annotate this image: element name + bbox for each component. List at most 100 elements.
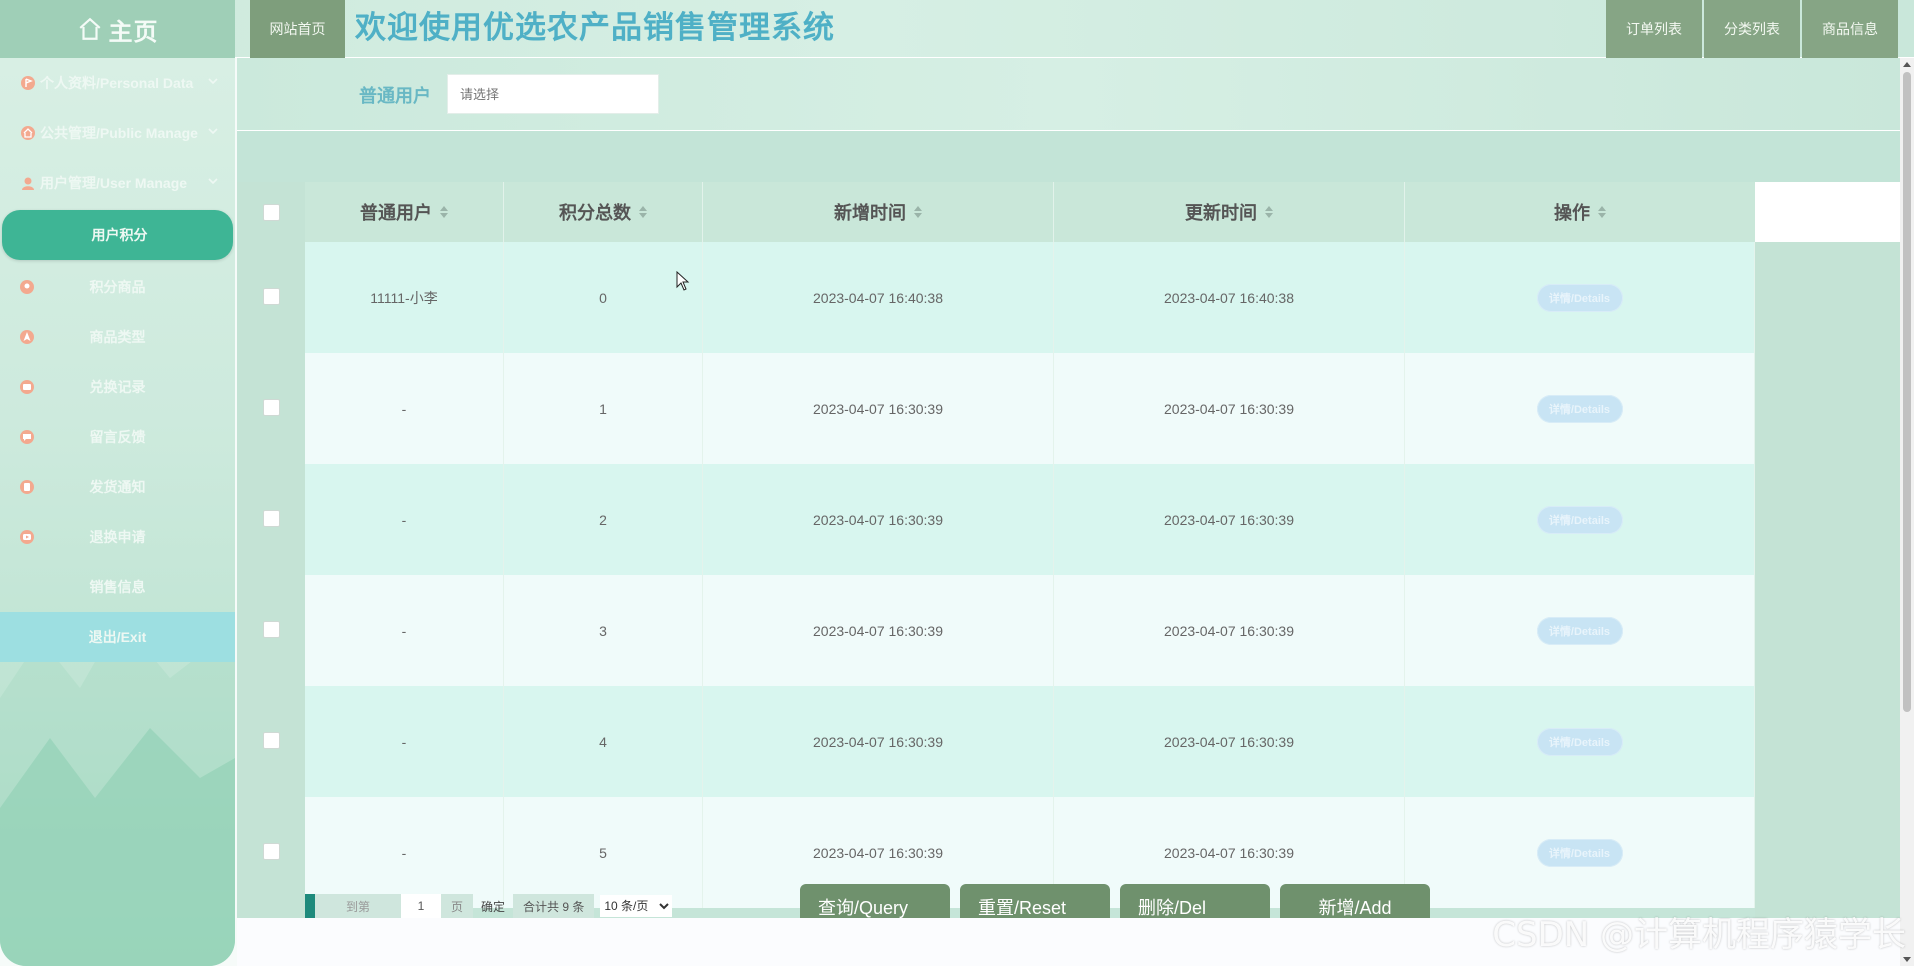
sidebar-item-label: 发货通知 [89, 479, 146, 495]
row-checkbox-cell [237, 464, 305, 575]
row-checkbox[interactable] [263, 621, 280, 638]
sidebar-item-label: 留言反馈 [89, 429, 146, 445]
details-button[interactable]: 详情/Details [1536, 838, 1623, 867]
column-header-updated[interactable]: 更新时间 [1054, 182, 1405, 242]
cell-actions: 详情/Details [1405, 797, 1755, 908]
sidebar-group-personal[interactable]: 个人资料/Personal Data [0, 58, 235, 108]
sidebar-item-shipping-notice[interactable]: 发货通知 [0, 462, 235, 512]
row-checkbox[interactable] [263, 399, 280, 416]
details-button[interactable]: 详情/Details [1536, 394, 1623, 423]
column-header-points[interactable]: 积分总数 [504, 182, 703, 242]
cell-updated: 2023-04-07 16:40:38 [1054, 242, 1405, 353]
page-unit-label: 页 [441, 894, 473, 918]
scroll-up-icon[interactable] [1903, 62, 1911, 67]
sidebar-item-feedback[interactable]: 留言反馈 [0, 412, 235, 462]
main-content: 普通用户 普通用户 积分总数 新增时间 更新时间 [237, 58, 1900, 922]
sidebar-group-user[interactable]: 用户管理/User Manage [0, 158, 235, 208]
sidebar-item-exit[interactable]: 退出/Exit [0, 612, 235, 662]
profile-icon [20, 75, 36, 91]
row-checkbox-cell [237, 353, 305, 464]
goto-label: 到第 [315, 894, 401, 918]
chevron-down-icon [208, 128, 218, 135]
details-button[interactable]: 详情/Details [1536, 283, 1623, 312]
sidebar-item-exchange-records[interactable]: 兑换记录 [0, 362, 235, 412]
sort-icon[interactable] [1598, 206, 1606, 218]
row-checkbox[interactable] [263, 288, 280, 305]
details-button[interactable]: 详情/Details [1536, 616, 1623, 645]
column-title: 更新时间 [1185, 203, 1257, 223]
table-row: - 1 2023-04-07 16:30:39 2023-04-07 16:30… [237, 353, 1755, 464]
column-title: 积分总数 [559, 203, 631, 223]
watermark: CSDN @计算机程序猿学长 [1492, 915, 1906, 955]
sidebar-item-returns[interactable]: 退换申请 [0, 512, 235, 562]
sidebar-item-label: 用户积分 [91, 227, 148, 243]
cell-created: 2023-04-07 16:30:39 [703, 353, 1054, 464]
user-icon [20, 175, 36, 191]
top-link-products[interactable]: 商品信息 [1802, 0, 1898, 58]
add-button[interactable]: 新增/Add [1280, 884, 1430, 922]
select-all-checkbox[interactable] [263, 204, 280, 221]
nav-home-link[interactable]: 网站首页 [250, 0, 345, 58]
column-header-user[interactable]: 普通用户 [305, 182, 504, 242]
cell-actions: 详情/Details [1405, 464, 1755, 575]
page-size-select[interactable]: 10 条/页 [600, 895, 673, 917]
pagination: 到第 1 页 确定 合计共 9 条 10 条/页 [305, 894, 673, 918]
query-button[interactable]: 查询/Query [800, 884, 950, 922]
sidebar-group-public[interactable]: 公共管理/Public Manage [0, 108, 235, 158]
column-header-created[interactable]: 新增时间 [703, 182, 1054, 242]
goto-confirm-button[interactable]: 确定 [473, 894, 513, 918]
user-select-input[interactable] [447, 74, 659, 114]
chevron-down-icon [208, 78, 218, 85]
chevron-down-icon [208, 178, 218, 185]
details-button[interactable]: 详情/Details [1536, 727, 1623, 756]
home-icon [20, 125, 36, 141]
brand-title: 主页 [108, 18, 159, 46]
details-button[interactable]: 详情/Details [1536, 505, 1623, 534]
sort-icon[interactable] [639, 206, 647, 218]
table-row: - 4 2023-04-07 16:30:39 2023-04-07 16:30… [237, 686, 1755, 797]
table-row: 11111-小李 0 2023-04-07 16:40:38 2023-04-0… [237, 242, 1755, 353]
table-body: 11111-小李 0 2023-04-07 16:40:38 2023-04-0… [237, 242, 1755, 908]
sort-icon[interactable] [914, 206, 922, 218]
scroll-down-icon[interactable] [1903, 957, 1911, 962]
top-link-categories[interactable]: 分类列表 [1704, 0, 1800, 58]
cell-actions: 详情/Details [1405, 686, 1755, 797]
scroll-thumb[interactable] [1903, 72, 1911, 712]
header-gutter [1755, 182, 1900, 242]
sidebar-item-label: 商品类型 [89, 329, 146, 345]
delete-button[interactable]: 删除/Del [1120, 884, 1270, 922]
sidebar-item-label: 积分商品 [89, 279, 146, 295]
page-number-input[interactable]: 1 [401, 894, 441, 918]
sidebar: 个人资料/Personal Data 公共管理/Public Manage 用户… [0, 58, 235, 966]
cell-created: 2023-04-07 16:30:39 [703, 464, 1054, 575]
cell-user: - [305, 686, 504, 797]
column-header-actions[interactable]: 操作 [1405, 182, 1755, 242]
brand-home[interactable]: 主页 [0, 0, 235, 58]
sort-icon[interactable] [440, 206, 448, 218]
home-icon [79, 17, 100, 40]
sidebar-item-goods-type[interactable]: 商品类型 [0, 312, 235, 362]
sort-icon[interactable] [1265, 206, 1273, 218]
page-scrollbar[interactable] [1900, 58, 1914, 966]
reset-button[interactable]: 重置/Reset [960, 884, 1110, 922]
mouse-cursor-icon [676, 271, 690, 291]
action-buttons: 查询/Query 重置/Reset 删除/Del 新增/Add [800, 884, 1430, 922]
table-right-gutter [1755, 182, 1900, 918]
cell-created: 2023-04-07 16:30:39 [703, 575, 1054, 686]
column-title: 普通用户 [360, 203, 432, 223]
row-checkbox[interactable] [263, 732, 280, 749]
sidebar-item-user-points[interactable]: 用户积分 [2, 210, 233, 260]
sidebar-item-sales-info[interactable]: 销售信息 [0, 562, 235, 612]
cell-created: 2023-04-07 16:30:39 [703, 686, 1054, 797]
top-link-orders[interactable]: 订单列表 [1606, 0, 1702, 58]
cell-updated: 2023-04-07 16:30:39 [1054, 353, 1405, 464]
sidebar-item-points-goods[interactable]: 积分商品 [0, 262, 235, 312]
row-checkbox[interactable] [263, 843, 280, 860]
cell-actions: 详情/Details [1405, 353, 1755, 464]
sidebar-item-label: 退出/Exit [88, 629, 147, 645]
data-table: 普通用户 积分总数 新增时间 更新时间 操作 11111-小李 0 2023-0… [237, 182, 1900, 918]
row-checkbox[interactable] [263, 510, 280, 527]
system-title: 欢迎使用优选农产品销售管理系统 [355, 10, 835, 45]
sidebar-group-label: 用户管理/User Manage [40, 175, 188, 191]
cell-updated: 2023-04-07 16:30:39 [1054, 686, 1405, 797]
